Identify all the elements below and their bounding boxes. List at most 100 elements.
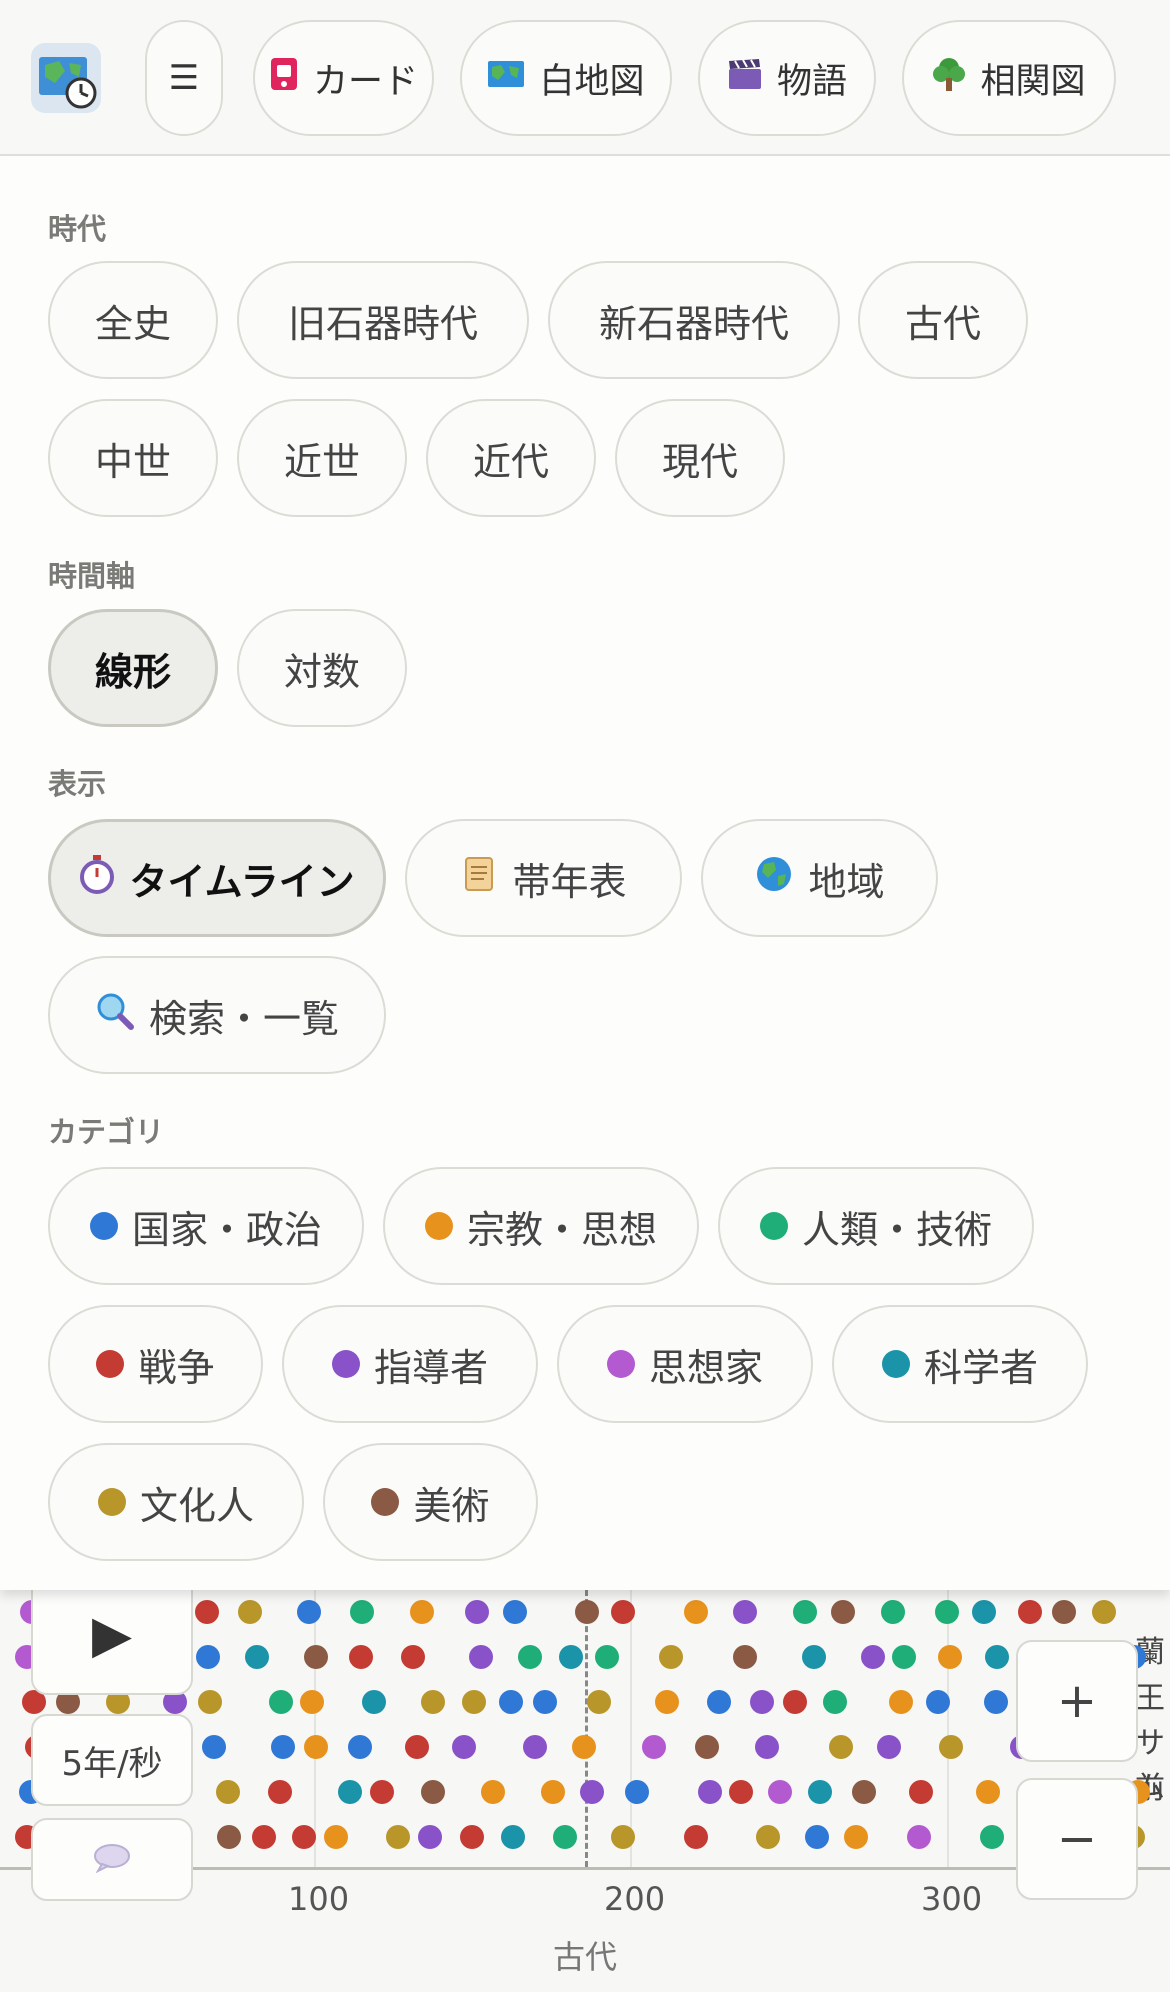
- timeline-event-dot[interactable]: [349, 1600, 374, 1624]
- timeline-event-dot[interactable]: [851, 1780, 876, 1804]
- timeline-event-dot[interactable]: [888, 1690, 913, 1714]
- timeline-event-dot[interactable]: [624, 1780, 649, 1804]
- timeline-event-dot[interactable]: [683, 1600, 708, 1624]
- timeline-event-dot[interactable]: [782, 1690, 807, 1714]
- era-option-ancient[interactable]: 古代: [858, 261, 1028, 379]
- timeline-event-dot[interactable]: [299, 1690, 324, 1714]
- timeline-event-dot[interactable]: [347, 1735, 372, 1759]
- category-politics[interactable]: 国家・政治: [48, 1167, 364, 1285]
- timeline-event-dot[interactable]: [252, 1825, 277, 1849]
- timeline-event-dot[interactable]: [244, 1645, 269, 1669]
- timeline-event-dot[interactable]: [451, 1735, 476, 1759]
- timeline-event-dot[interactable]: [610, 1600, 635, 1624]
- display-option-search-list[interactable]: 検索・一覧: [48, 956, 386, 1074]
- timeline-event-dot[interactable]: [195, 1600, 219, 1624]
- era-option-neolithic[interactable]: 新石器時代: [548, 261, 840, 379]
- timeline-event-dot[interactable]: [303, 1645, 328, 1669]
- timeline-event-dot[interactable]: [694, 1735, 719, 1759]
- timeline-event-dot[interactable]: [733, 1645, 758, 1669]
- timeline-event-dot[interactable]: [405, 1735, 429, 1759]
- timeline-event-dot[interactable]: [767, 1780, 792, 1804]
- event-label[interactable]: 王: [1135, 1673, 1165, 1717]
- timeline-event-dot[interactable]: [348, 1645, 373, 1669]
- timeline-event-dot[interactable]: [400, 1645, 425, 1669]
- era-option-early-modern[interactable]: 近世: [237, 399, 407, 517]
- timeline-event-dot[interactable]: [683, 1825, 708, 1849]
- map-clock-icon[interactable]: [31, 43, 101, 113]
- timeline-event-dot[interactable]: [481, 1780, 505, 1804]
- category-art[interactable]: 美術: [323, 1443, 538, 1561]
- timeline-event-dot[interactable]: [908, 1780, 933, 1804]
- display-option-region[interactable]: 地域: [701, 819, 938, 937]
- timeline-event-dot[interactable]: [793, 1600, 817, 1624]
- timeline-event-dot[interactable]: [323, 1825, 348, 1849]
- timeline-event-dot[interactable]: [500, 1825, 525, 1849]
- timeline-event-dot[interactable]: [984, 1690, 1009, 1714]
- timeline-event-dot[interactable]: [823, 1690, 848, 1714]
- timeline-event-dot[interactable]: [268, 1690, 293, 1714]
- timeline-event-dot[interactable]: [461, 1690, 486, 1714]
- timeline-event-dot[interactable]: [830, 1600, 855, 1624]
- zoom-in-button[interactable]: +: [1016, 1640, 1138, 1762]
- relation-chart-button[interactable]: 相関図: [902, 20, 1116, 136]
- timeline-event-dot[interactable]: [880, 1600, 905, 1624]
- timeline-event-dot[interactable]: [860, 1645, 885, 1669]
- comment-button[interactable]: [31, 1818, 193, 1901]
- era-option-all[interactable]: 全史: [48, 261, 218, 379]
- timeline-event-dot[interactable]: [201, 1735, 226, 1759]
- timeline-event-dot[interactable]: [594, 1645, 619, 1669]
- era-option-contemporary[interactable]: 現代: [615, 399, 785, 517]
- timeline-event-dot[interactable]: [891, 1645, 916, 1669]
- era-option-modern[interactable]: 近代: [426, 399, 596, 517]
- timeline-event-dot[interactable]: [755, 1735, 780, 1759]
- category-technology[interactable]: 人類・技術: [718, 1167, 1034, 1285]
- timeline-event-dot[interactable]: [361, 1690, 386, 1714]
- story-button[interactable]: 物語: [698, 20, 876, 136]
- timeline-event-dot[interactable]: [732, 1600, 757, 1624]
- timeline-event-dot[interactable]: [571, 1735, 596, 1759]
- speed-button[interactable]: 5年/秒: [31, 1714, 193, 1806]
- timeline-event-dot[interactable]: [749, 1690, 774, 1714]
- timeline-event-dot[interactable]: [697, 1780, 722, 1804]
- timeline-event-dot[interactable]: [532, 1690, 557, 1714]
- category-cultural-figure[interactable]: 文化人: [48, 1443, 304, 1561]
- timeline-event-dot[interactable]: [215, 1780, 240, 1804]
- timeline-event-dot[interactable]: [804, 1825, 829, 1849]
- timeline-event-dot[interactable]: [801, 1645, 826, 1669]
- category-religion[interactable]: 宗教・思想: [383, 1167, 699, 1285]
- era-option-paleolithic[interactable]: 旧石器時代: [237, 261, 529, 379]
- timeline-event-dot[interactable]: [552, 1825, 577, 1849]
- timeline-event-dot[interactable]: [655, 1690, 680, 1714]
- card-view-button[interactable]: カード: [253, 20, 434, 136]
- timeline-event-dot[interactable]: [1051, 1600, 1076, 1624]
- timeline-event-dot[interactable]: [559, 1645, 584, 1669]
- timeline-event-dot[interactable]: [410, 1600, 435, 1624]
- timeline-event-dot[interactable]: [808, 1780, 833, 1804]
- menu-button[interactable]: ☰: [145, 20, 223, 136]
- display-option-band-chart[interactable]: 帯年表: [405, 819, 682, 937]
- play-button[interactable]: ▶: [31, 1575, 193, 1695]
- timeline-event-dot[interactable]: [642, 1735, 667, 1759]
- timeline-event-dot[interactable]: [468, 1645, 493, 1669]
- timeline-event-dot[interactable]: [417, 1825, 442, 1849]
- timeline-event-dot[interactable]: [237, 1600, 262, 1624]
- category-scientist[interactable]: 科学者: [832, 1305, 1088, 1423]
- timeline-event-dot[interactable]: [906, 1825, 931, 1849]
- era-option-medieval[interactable]: 中世: [48, 399, 218, 517]
- timeline-event-dot[interactable]: [828, 1735, 853, 1759]
- display-option-timeline[interactable]: タイムライン: [48, 819, 386, 937]
- category-leader[interactable]: 指導者: [282, 1305, 538, 1423]
- blank-map-button[interactable]: 白地図: [460, 20, 672, 136]
- timeline-event-dot[interactable]: [1018, 1600, 1043, 1624]
- axis-option-log[interactable]: 対数: [237, 609, 407, 727]
- timeline-event-dot[interactable]: [522, 1735, 547, 1759]
- timeline-event-dot[interactable]: [587, 1690, 612, 1714]
- timeline-event-dot[interactable]: [938, 1735, 963, 1759]
- timeline-event-dot[interactable]: [937, 1645, 962, 1669]
- timeline-event-dot[interactable]: [611, 1825, 636, 1849]
- timeline-event-dot[interactable]: [338, 1780, 363, 1804]
- timeline-event-dot[interactable]: [926, 1690, 951, 1714]
- category-war[interactable]: 戦争: [48, 1305, 263, 1423]
- category-thinker[interactable]: 思想家: [557, 1305, 813, 1423]
- axis-option-linear[interactable]: 線形: [48, 609, 218, 727]
